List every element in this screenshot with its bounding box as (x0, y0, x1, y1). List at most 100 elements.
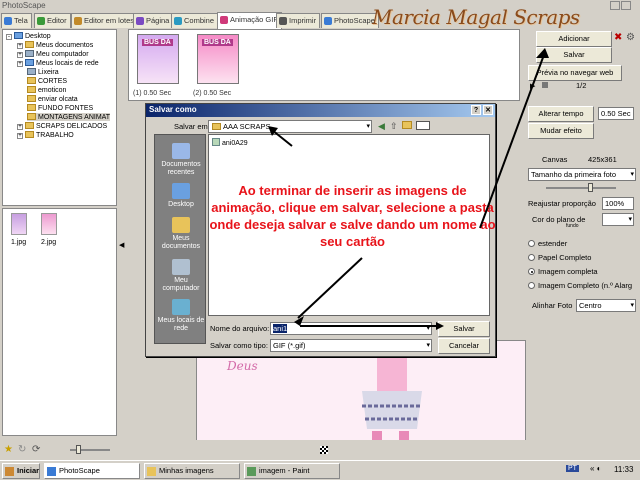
option-full-image-no-stretch[interactable]: Imagem Completo (n.º Alarg (528, 281, 632, 290)
printer-icon (279, 17, 287, 25)
canvas-label: Canvas (542, 155, 568, 164)
canvas-size-select[interactable]: Tamanho da primeira foto (528, 168, 636, 181)
recycle-bin-icon (27, 68, 36, 75)
refresh-icon[interactable]: ⟳ (32, 444, 40, 455)
new-folder-icon[interactable] (402, 121, 412, 129)
rotate-icon[interactable]: ↻ (18, 444, 26, 455)
option-full-image[interactable]: Imagem completa (528, 267, 598, 276)
tree-item[interactable]: + TRABALHO (17, 131, 74, 139)
main-tabs: Tela Editor Editor em lotes Página Combi… (0, 12, 420, 29)
taskbar-paint[interactable]: imagem - Paint (244, 463, 340, 479)
panel-splitter[interactable]: ◀ (118, 29, 126, 459)
web-preview-button[interactable]: Prévia no navegar web (528, 65, 622, 81)
background-color-picker[interactable] (602, 213, 634, 226)
option-extend[interactable]: estender (528, 239, 567, 248)
tree-item[interactable]: + Meus locais de rede (17, 59, 99, 67)
batch-icon (74, 17, 82, 25)
file-type-label: Salvar como tipo: (210, 341, 268, 350)
folder-icon (25, 122, 34, 129)
tree-item[interactable]: CORTES (27, 77, 67, 85)
tree-item[interactable]: Lixeira (27, 68, 59, 76)
folder-icon (27, 86, 36, 93)
size-slider[interactable] (546, 187, 616, 189)
tree-item[interactable]: - Desktop (6, 32, 51, 40)
tree-item[interactable]: + Meu computador (17, 50, 89, 58)
tree-item[interactable]: FUNDO FONTES (27, 104, 93, 112)
dialog-save-button[interactable]: Salvar (438, 321, 490, 337)
align-select[interactable]: Centro (576, 299, 636, 312)
place-my-documents[interactable]: Meus documentos (155, 217, 207, 251)
start-button[interactable]: Iniciar (2, 463, 40, 479)
brand-watermark: Marcia Magal Scraps (372, 5, 580, 29)
thumbnail-image[interactable] (11, 213, 27, 235)
tab-editor[interactable]: Editor (34, 13, 71, 28)
help-button[interactable]: ? (471, 105, 481, 115)
time-value[interactable]: 0.50 Sec (598, 107, 634, 120)
folder-icon (27, 104, 36, 111)
add-button[interactable]: Adicionar (536, 31, 612, 47)
thumbnail-label: 2.jpg (41, 239, 57, 246)
tab-combine[interactable]: Combine (171, 13, 219, 28)
tree-item[interactable]: enviar olcata (27, 95, 78, 103)
frame-counter: 1/2 (576, 81, 587, 90)
collapse-arrow-icon[interactable]: ◀ (119, 241, 124, 249)
animation-frames[interactable]: BUS DA (1) 0.50 Sec BUS DA (2) 0.50 Sec (128, 29, 520, 101)
tab-photoscape[interactable]: PhotoScape (321, 13, 379, 28)
thumbnail-image[interactable] (41, 213, 57, 235)
up-folder-icon[interactable]: ⇧ (390, 121, 398, 132)
tab-gif-animation[interactable]: Animação GIF (217, 12, 282, 29)
back-icon[interactable]: ◀ (378, 121, 385, 132)
resize-value[interactable]: 100% (602, 197, 634, 210)
size-slider-thumb[interactable] (588, 183, 593, 192)
zoom-slider-thumb[interactable] (76, 445, 81, 454)
change-time-button[interactable]: Alterar tempo (528, 106, 594, 122)
network-places-icon (172, 299, 190, 315)
star-icon[interactable]: ★ (4, 444, 13, 455)
change-effect-button[interactable]: Mudar efeito (528, 123, 594, 139)
place-my-computer[interactable]: Meu computador (155, 259, 207, 293)
tree-item[interactable]: + SCRAPS DELICADOS (17, 122, 107, 130)
folder-icon (147, 467, 156, 476)
play-icon[interactable]: ▶ (530, 82, 535, 90)
windows-logo-icon (5, 467, 14, 476)
tree-item-selected[interactable]: MONTAGENS ANIMAT (27, 113, 111, 121)
close-button[interactable]: ✕ (483, 105, 493, 115)
file-type-select[interactable]: GIF (*.gif) (270, 339, 432, 352)
page-icon (136, 17, 144, 25)
taskbar-my-images[interactable]: Minhas imagens (144, 463, 240, 479)
clock: 11:33 (614, 465, 634, 474)
taskbar-photoscape[interactable]: PhotoScape (44, 463, 140, 479)
dialog-cancel-button[interactable]: Cancelar (438, 338, 490, 354)
file-thumbnails[interactable]: 1.jpg 2.jpg (2, 208, 117, 436)
minimize-button[interactable] (610, 1, 620, 10)
tree-item[interactable]: + Meus documentos (17, 41, 93, 49)
folder-tree[interactable]: - Desktop + Meus documentos + Meu computado… (2, 29, 117, 206)
view-menu-icon[interactable] (416, 121, 430, 130)
filename-input[interactable]: ani1 (270, 322, 432, 335)
tab-batch-editor[interactable]: Editor em lotes (71, 13, 139, 28)
recent-documents-icon (172, 143, 190, 159)
folder-icon (25, 131, 34, 138)
save-in-select[interactable]: AAA SCRAPS (208, 120, 372, 133)
align-label: Alinhar Foto (532, 301, 573, 310)
tab-tela[interactable]: Tela (1, 13, 32, 28)
place-desktop[interactable]: Desktop (155, 183, 207, 209)
tree-item[interactable]: emoticon (27, 86, 66, 94)
maximize-button[interactable] (621, 1, 631, 10)
tools-icon[interactable]: ⚙ (626, 32, 635, 43)
tab-print[interactable]: Imprimir (276, 13, 321, 28)
save-button[interactable]: Salvar (536, 47, 612, 63)
stop-icon[interactable] (542, 82, 548, 88)
language-indicator[interactable]: PT (566, 465, 579, 472)
place-recent[interactable]: Documentos recentes (155, 143, 207, 177)
file-item[interactable]: ani0A29 (212, 138, 248, 147)
place-network[interactable]: Meus locais de rede (155, 299, 207, 333)
filename-label: Nome do arquivo: (210, 324, 270, 333)
resize-label: Reajustar proporção (528, 199, 596, 208)
animation-frame[interactable]: BUS DA (197, 34, 239, 84)
animation-frame[interactable]: BUS DA (137, 34, 179, 84)
delete-icon[interactable]: ✖ (614, 32, 622, 43)
option-full-paper[interactable]: Papel Completo (528, 253, 591, 262)
tab-page[interactable]: Página (133, 13, 174, 28)
my-documents-icon (172, 217, 190, 233)
